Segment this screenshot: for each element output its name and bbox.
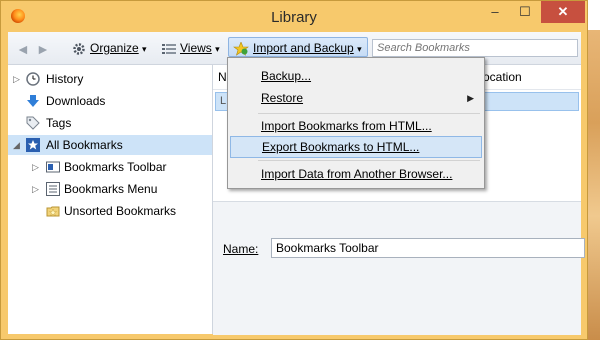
bookmarks-menu-icon	[46, 182, 60, 196]
import-backup-label: Import and Backup	[253, 41, 354, 55]
details-pane: Name: Bookmarks Toolbar	[213, 201, 585, 335]
desktop-wallpaper-edge	[588, 30, 600, 340]
menu-item-import-browser[interactable]: Import Data from Another Browser...	[230, 163, 482, 185]
organize-label: Organize	[90, 41, 139, 55]
sidebar-item-downloads[interactable]: Downloads	[8, 91, 212, 111]
menu-separator	[258, 160, 480, 161]
menu-item-restore[interactable]: Restore ▶	[230, 87, 482, 109]
expand-arrow-icon[interactable]: ▷	[32, 179, 39, 199]
tag-icon	[26, 116, 40, 130]
menu-item-label: Export Bookmarks to HTML...	[262, 140, 420, 154]
name-field[interactable]: Bookmarks Toolbar	[271, 238, 585, 258]
menu-item-label: Import Bookmarks from HTML...	[261, 119, 432, 133]
sidebar-item-all-bookmarks[interactable]: ◢ All Bookmarks	[8, 135, 212, 155]
chevron-down-icon: ▾	[357, 44, 362, 54]
sidebar-item-label: Downloads	[46, 94, 106, 108]
sidebar-item-history[interactable]: ▷ History	[8, 69, 212, 89]
sidebar-item-unsorted-bookmarks[interactable]: Unsorted Bookmarks	[8, 201, 212, 221]
column-header-location[interactable]: ocation	[483, 70, 522, 84]
sidebar-tree: ▷ History Downloads Tags ◢ All Bookmarks…	[8, 65, 213, 334]
menu-item-import-html[interactable]: Import Bookmarks from HTML...	[230, 115, 482, 137]
close-button[interactable]: ✕	[541, 1, 585, 23]
sidebar-item-label: Tags	[46, 116, 72, 130]
import-backup-menu: Backup... Restore ▶ Import Bookmarks from…	[227, 57, 485, 189]
expand-arrow-icon[interactable]: ▷	[32, 157, 39, 177]
menu-item-label: Import Data from Another Browser...	[261, 167, 453, 181]
row-icon: L	[220, 95, 227, 107]
list-view-icon	[162, 43, 176, 54]
clock-icon	[26, 72, 40, 86]
views-button[interactable]: Views ▾	[158, 38, 224, 58]
sidebar-item-label: Unsorted Bookmarks	[64, 204, 177, 218]
import-backup-button[interactable]: Import and Backup ▾	[228, 37, 368, 57]
menu-separator	[258, 113, 480, 114]
sidebar-item-bookmarks-menu[interactable]: ▷ Bookmarks Menu	[8, 179, 212, 199]
sidebar-item-label: History	[46, 72, 84, 86]
sidebar-item-tags[interactable]: Tags	[8, 113, 212, 133]
collapse-arrow-icon[interactable]: ◢	[13, 135, 20, 155]
forward-button[interactable]: ►	[36, 41, 50, 57]
star-icon	[26, 138, 40, 152]
chevron-down-icon: ▾	[215, 44, 220, 54]
title-bar[interactable]: Library – ☐ ✕	[1, 1, 587, 31]
chevron-down-icon: ▾	[142, 44, 147, 54]
import-star-icon	[233, 41, 249, 56]
back-button[interactable]: ◄	[16, 41, 30, 57]
name-label: Name:	[223, 242, 258, 256]
download-arrow-icon	[27, 95, 39, 107]
bookmarks-toolbar-icon	[46, 161, 60, 173]
menu-item-export-html[interactable]: Export Bookmarks to HTML...	[230, 136, 482, 158]
gear-icon	[73, 43, 85, 55]
search-input[interactable]	[372, 39, 578, 57]
menu-item-label: Backup...	[261, 69, 312, 83]
sidebar-item-bookmarks-toolbar[interactable]: ▷ Bookmarks Toolbar	[8, 157, 212, 177]
sidebar-item-label: Bookmarks Menu	[64, 182, 158, 196]
menu-item-backup[interactable]: Backup...	[230, 65, 482, 87]
minimize-button[interactable]: –	[481, 1, 509, 23]
sidebar-item-label: Bookmarks Toolbar	[64, 160, 167, 174]
sidebar-item-label: All Bookmarks	[46, 138, 123, 152]
expand-arrow-icon[interactable]: ▷	[13, 69, 20, 89]
name-label-text: Name:	[223, 242, 259, 256]
menu-item-label: Restore	[261, 91, 304, 105]
organize-button[interactable]: Organize ▾	[68, 38, 151, 58]
views-label: Views	[180, 41, 212, 55]
submenu-arrow-icon: ▶	[467, 93, 474, 103]
maximize-button[interactable]: ☐	[511, 1, 539, 23]
unsorted-folder-icon	[46, 206, 60, 217]
